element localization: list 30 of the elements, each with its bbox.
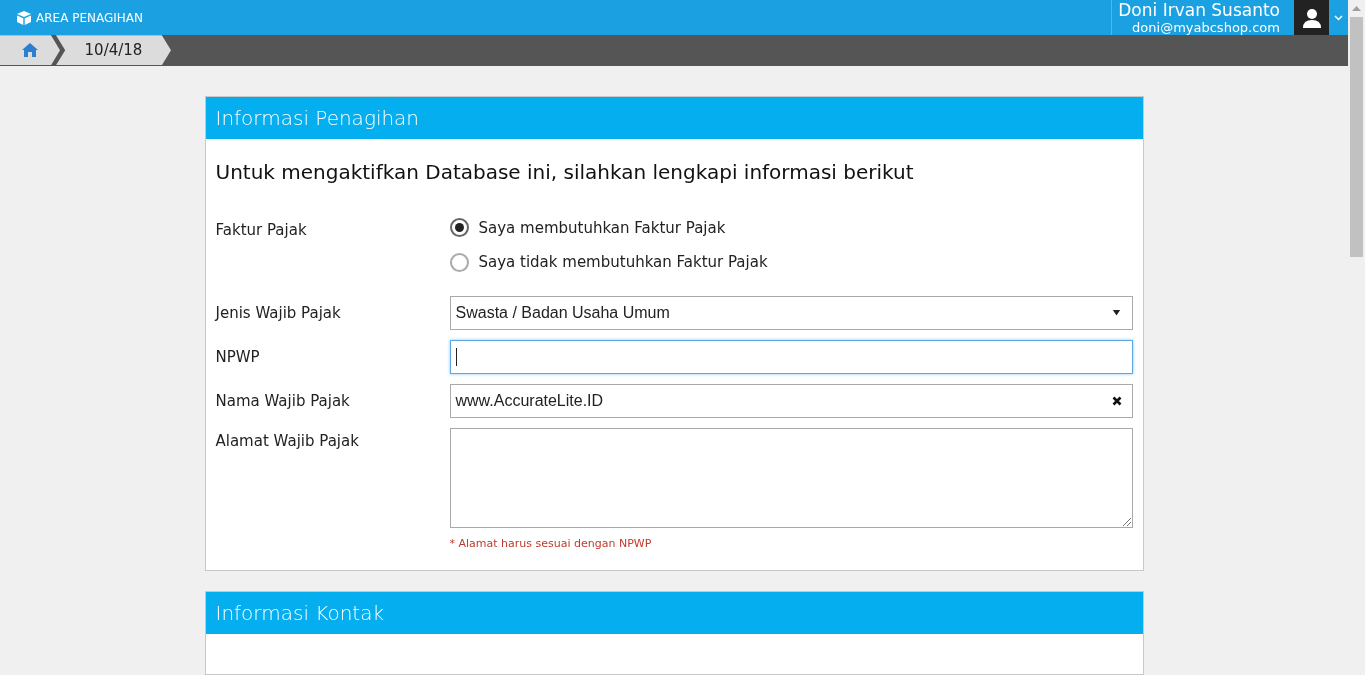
input-field[interactable]: www.AccurateLite.ID [449,383,1133,418]
user-email: doni@myabcshop.com [1132,20,1280,34]
avatar-icon[interactable] [1294,0,1329,35]
app-title: AREA PENAGIHAN [36,9,143,27]
section-header: Informasi Kontak [205,592,1143,634]
resize-handle-icon[interactable] [1122,517,1131,526]
field-label: NPWP [215,347,261,369]
field-label: Faktur Pajak [215,219,308,241]
cube-icon [16,9,32,26]
input-field[interactable] [449,339,1133,374]
chevron-down-icon[interactable] [1334,14,1343,21]
home-breadcrumb[interactable] [0,35,60,66]
clear-icon[interactable] [1111,395,1122,406]
field-label: Alamat Wajib Pajak [215,430,360,452]
dropdown-field[interactable]: Swasta / Badan Usaha Umum [449,295,1133,330]
field-label: Jenis Wajib Pajak [215,303,342,325]
radio-button[interactable] [449,218,469,238]
hint-text: * Alamat harus sesuai dengan NPWP [449,535,653,552]
radio-option[interactable]: Saya tidak membutuhkan Faktur Pajak [449,251,768,274]
user-name: Doni Irvan Susanto [1118,1,1280,19]
section-header: Informasi Penagihan [205,96,1143,139]
intro-text: Untuk mengaktifkan Database ini, silahkan lengkapi informasi berikut [215,158,915,186]
breadcrumb-item[interactable]: 10/4/18 [56,35,171,66]
textarea-field[interactable] [449,427,1133,528]
scroll-up-icon[interactable] [1352,6,1361,11]
dropdown-caret-icon [1112,309,1121,316]
home-icon [22,43,38,58]
radio-option[interactable]: Saya membutuhkan Faktur Pajak [449,216,768,239]
radio-button[interactable] [449,252,469,272]
field-label: Nama Wajib Pajak [215,391,351,413]
